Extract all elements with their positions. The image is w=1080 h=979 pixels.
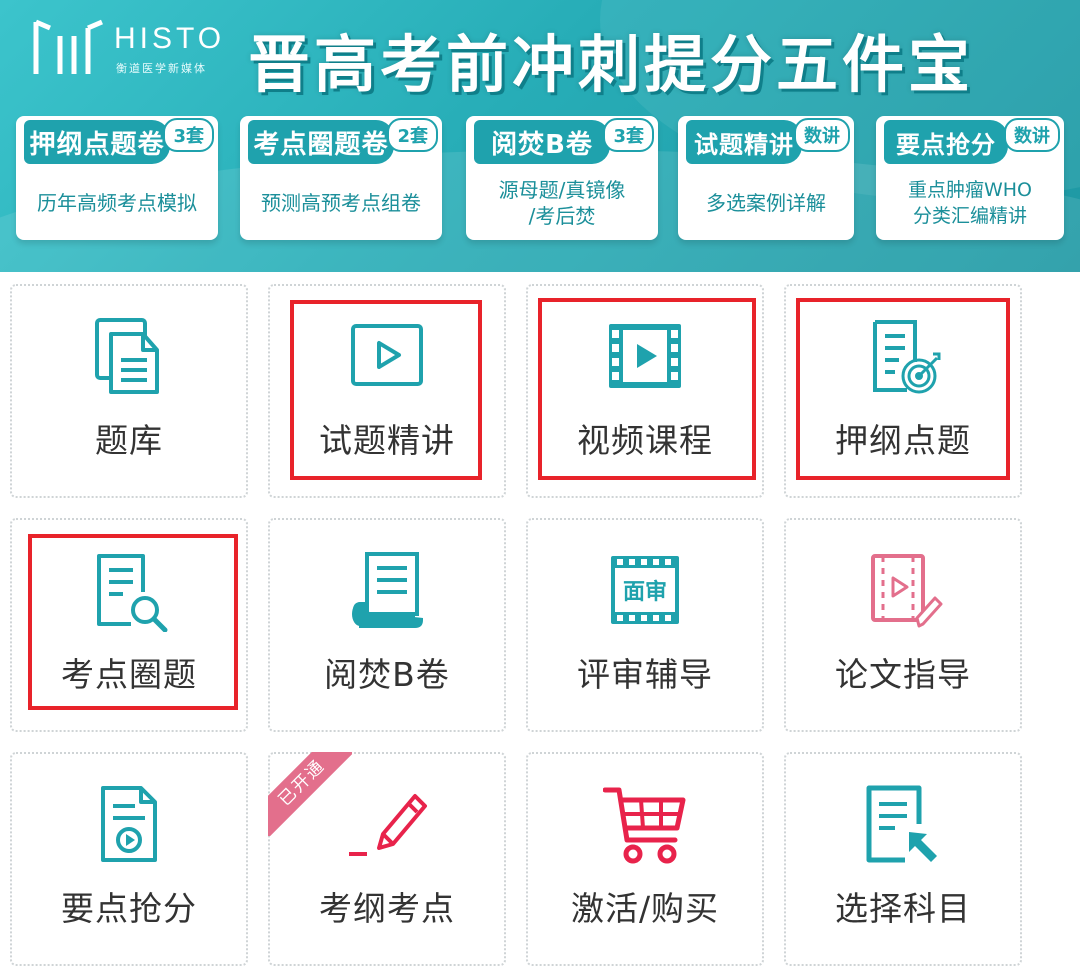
promo-desc: 源母题/真镜像 /考后焚 bbox=[472, 172, 652, 234]
promo-desc-line: 分类汇编精讲 bbox=[912, 205, 1027, 227]
promo-badge: 数讲 bbox=[794, 118, 850, 152]
promo-badge: 2套 bbox=[387, 118, 438, 152]
target-document-icon bbox=[873, 320, 941, 394]
tile-label: 视频课程 bbox=[577, 421, 713, 460]
tile-label: 评审辅导 bbox=[577, 655, 713, 694]
review-icon-text: 面审 bbox=[623, 579, 667, 605]
promo-banner[interactable]: HISTO 衡道医学新媒体 晋高考前冲刺提分五件宝 押纲点题卷 3套 历年高频考… bbox=[0, 0, 1080, 272]
promo-card-kaodian[interactable]: 考点圈题卷 2套 预测高预考点组卷 bbox=[240, 116, 442, 240]
promo-title: 阅焚B卷 bbox=[474, 120, 610, 164]
promo-desc: 多选案例详解 bbox=[706, 191, 826, 215]
tile-label: 选择科目 bbox=[835, 889, 971, 928]
promo-title: 试题精讲 bbox=[686, 120, 802, 164]
audio-document-icon bbox=[101, 786, 157, 862]
promo-desc: 重点肿瘤WHO 分类汇编精讲 bbox=[882, 172, 1058, 234]
promo-card-yaodian[interactable]: 要点抢分 数讲 重点肿瘤WHO 分类汇编精讲 bbox=[876, 116, 1064, 240]
tile-yuefen-b[interactable]: 阅焚B卷 bbox=[268, 518, 506, 732]
tile-label: 押纲点题 bbox=[835, 421, 971, 460]
promo-desc: 历年高频考点模拟 bbox=[37, 191, 197, 215]
scroll-icon bbox=[352, 552, 423, 628]
promo-card-yuefen[interactable]: 阅焚B卷 3套 源母题/真镜像 /考后焚 bbox=[466, 116, 658, 240]
activated-badge: 已开通 bbox=[268, 752, 352, 836]
promo-badge: 3套 bbox=[163, 118, 214, 152]
tile-question-bank[interactable]: 题库 bbox=[10, 284, 248, 498]
promo-desc: 预测高预考点组卷 bbox=[261, 191, 421, 215]
promo-card-yagang[interactable]: 押纲点题卷 3套 历年高频考点模拟 bbox=[16, 116, 218, 240]
tile-activate-purchase[interactable]: 激活/购买 bbox=[526, 752, 764, 966]
brand-name: HISTO bbox=[114, 22, 226, 55]
activated-ribbon: 已开通 bbox=[268, 752, 352, 836]
film-strip-icon bbox=[609, 324, 681, 388]
document-stack-icon bbox=[95, 318, 159, 394]
promo-title: 考点圈题卷 bbox=[248, 120, 394, 164]
play-square-icon bbox=[351, 324, 423, 386]
shopping-cart-icon bbox=[603, 787, 686, 864]
paper-video-icon bbox=[871, 554, 943, 628]
histo-logo: HISTO 衡道医学新媒体 bbox=[30, 14, 230, 78]
promo-title: 要点抢分 bbox=[884, 120, 1008, 164]
tile-label: 试题精讲 bbox=[319, 421, 455, 460]
promo-card-shiti[interactable]: 试题精讲 数讲 多选案例详解 bbox=[678, 116, 854, 240]
brand-subtitle: 衡道医学新媒体 bbox=[116, 62, 207, 75]
promo-desc-line: 重点肿瘤WHO bbox=[907, 179, 1033, 201]
promo-desc-line: 源母题/真镜像 bbox=[498, 178, 626, 202]
tile-label: 阅焚B卷 bbox=[324, 655, 450, 694]
select-cursor-icon bbox=[866, 785, 937, 863]
tile-label: 论文指导 bbox=[835, 655, 971, 694]
tile-key-point-circling[interactable]: 考点圈题 bbox=[10, 518, 248, 732]
tile-outline-questions[interactable]: 押纲点题 bbox=[784, 284, 1022, 498]
promo-desc-line: /考后焚 bbox=[528, 204, 596, 228]
promo-title: 押纲点题卷 bbox=[24, 120, 170, 164]
tile-label: 题库 bbox=[95, 421, 163, 460]
promo-badge: 数讲 bbox=[1004, 118, 1060, 152]
tile-label: 考纲考点 bbox=[319, 889, 455, 928]
tile-syllabus-points[interactable]: 已开通 考纲考点 bbox=[268, 752, 506, 966]
tile-select-subject[interactable]: 选择科目 bbox=[784, 752, 1022, 966]
promo-badge: 3套 bbox=[603, 118, 654, 152]
pencil-icon bbox=[349, 794, 427, 856]
tile-label: 要点抢分 bbox=[61, 889, 197, 928]
tile-thesis-guidance[interactable]: 论文指导 bbox=[784, 518, 1022, 732]
tile-exam-lecture[interactable]: 试题精讲 bbox=[268, 284, 506, 498]
tile-review-coaching[interactable]: 面审 评审辅导 bbox=[526, 518, 764, 732]
tile-key-points-score[interactable]: 要点抢分 bbox=[10, 752, 248, 966]
histo-logo-icon bbox=[33, 19, 103, 74]
review-film-icon: 面审 bbox=[611, 556, 679, 624]
tile-label: 考点圈题 bbox=[61, 655, 197, 694]
tile-label: 激活/购买 bbox=[570, 889, 720, 928]
banner-headline: 晋高考前冲刺提分五件宝 bbox=[248, 28, 975, 101]
search-document-icon bbox=[97, 554, 168, 632]
tile-video-course[interactable]: 视频课程 bbox=[526, 284, 764, 498]
